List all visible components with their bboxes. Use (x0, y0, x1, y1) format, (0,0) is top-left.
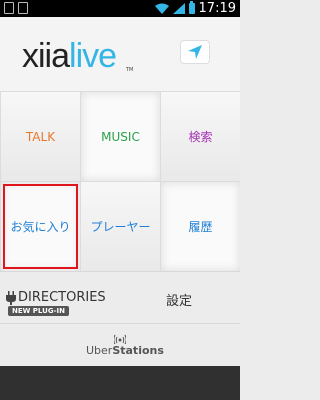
menu-music[interactable]: MUSIC (80, 91, 160, 181)
uberstations-brand[interactable]: UberStations (86, 344, 164, 357)
sd-card-icon (4, 2, 14, 14)
menu-music-label: MUSIC (101, 129, 140, 144)
menu-search-label: 検索 (188, 130, 213, 144)
menu-grid: TALK MUSIC 検索 お気に入り プレーヤー 履歴 (0, 91, 240, 271)
app-header: xiialive TM (0, 17, 240, 91)
broadcast-icon (114, 334, 126, 344)
menu-search[interactable]: 検索 (160, 91, 240, 181)
clock: 17:19 (198, 1, 236, 16)
menu-history[interactable]: 履歴 (160, 181, 240, 271)
trademark-mark: TM (126, 67, 134, 73)
menu-history-label: 履歴 (188, 220, 213, 234)
navigation-bar (0, 366, 240, 400)
menu-talk[interactable]: TALK (0, 91, 80, 181)
status-bar: 17:19 (0, 0, 240, 17)
location-button[interactable] (180, 40, 210, 64)
battery-icon (188, 1, 195, 14)
menu-player[interactable]: プレーヤー (80, 181, 160, 271)
notification-icons (4, 2, 28, 14)
new-plugin-badge: NEW PLUG-IN (8, 306, 69, 316)
directories-link[interactable]: DIRECTORIES (18, 290, 106, 305)
download-icon (18, 2, 28, 14)
signal-icon (172, 3, 185, 14)
menu-talk-label: TALK (25, 129, 56, 144)
app-logo: xiialive (22, 37, 117, 75)
plug-icon (6, 291, 16, 305)
wifi-icon (154, 3, 169, 14)
menu-player-label: プレーヤー (90, 220, 151, 234)
menu-favorites-label: お気に入り (10, 220, 71, 234)
location-arrow-icon (188, 45, 202, 59)
settings-link[interactable]: 設定 (166, 290, 192, 309)
menu-favorites[interactable]: お気に入り (0, 181, 80, 271)
